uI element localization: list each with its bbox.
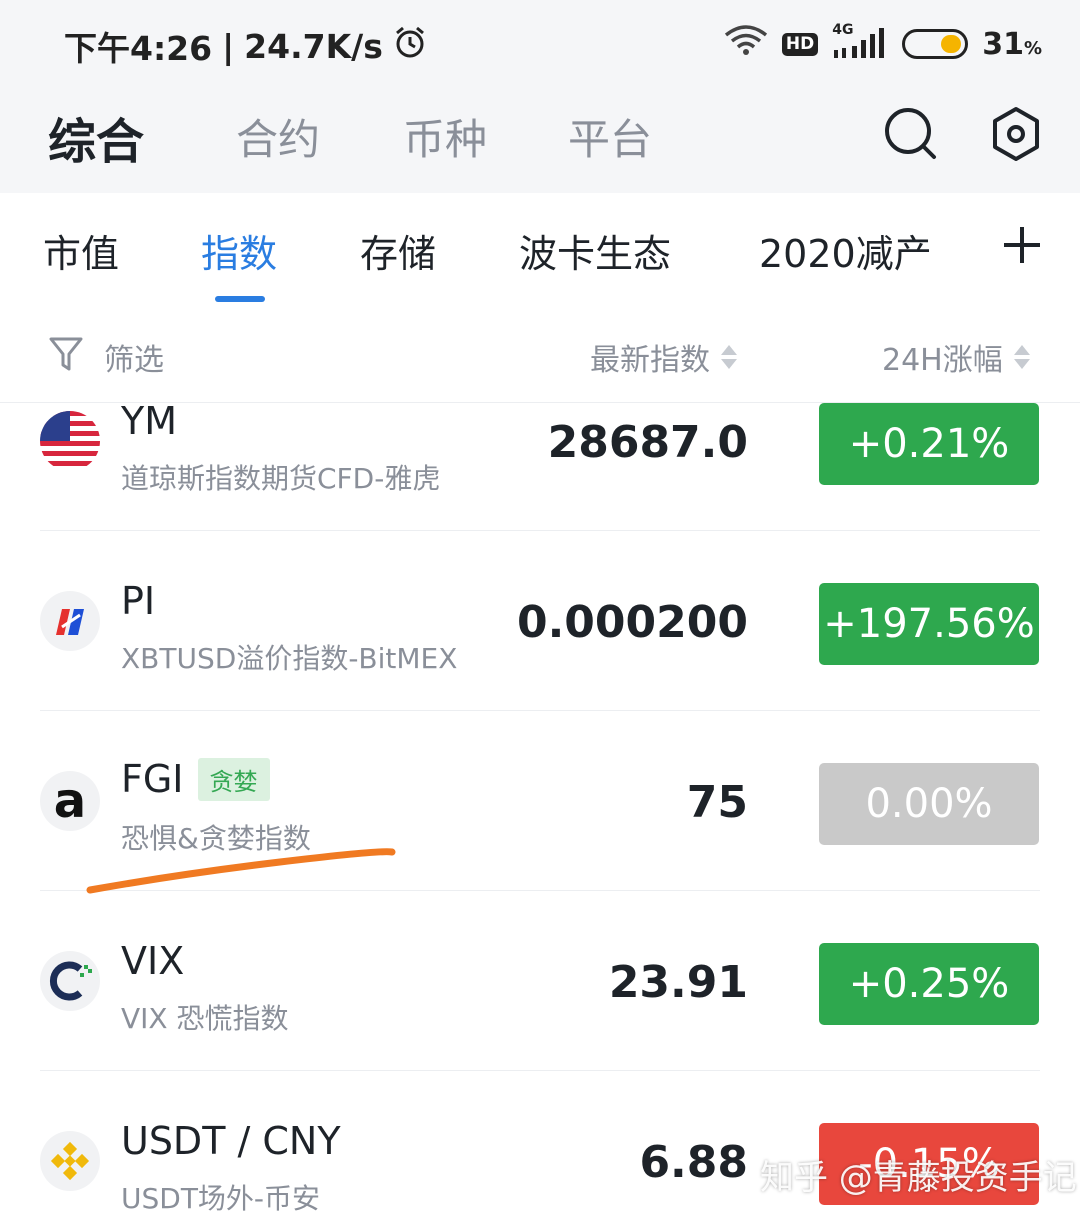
sentiment-tag: 贪婪 xyxy=(197,757,270,801)
status-bar: 下午4:26 | 24.7K/s HD 4G 31% xyxy=(0,0,1080,86)
top-tab-coin[interactable]: 币种 xyxy=(403,106,487,167)
latest-index-value: 75 xyxy=(686,777,748,828)
filter-row: 筛选 最新指数 24H涨幅 xyxy=(0,305,1080,403)
svg-text:a: a xyxy=(54,773,86,829)
index-list: YM 道琼斯指数期货CFD-雅虎 28687.0 +0.21% PI XBTUS… xyxy=(0,403,1080,1216)
symbol-description: 恐惧&贪婪指数 xyxy=(121,822,311,855)
battery-fill xyxy=(941,35,962,53)
bitmex-logo-icon xyxy=(40,591,100,651)
watermark: 知乎 @青藤投资手记 xyxy=(760,1158,1077,1198)
tab-market-cap[interactable]: 市值 xyxy=(43,223,119,278)
wifi-icon xyxy=(724,24,768,64)
top-tab-contract[interactable]: 合约 xyxy=(236,106,320,167)
alternative-me-logo-icon: a xyxy=(40,771,100,831)
status-net-speed: 24.7K/s xyxy=(244,26,383,66)
hd-badge: HD xyxy=(781,32,819,56)
symbol-description: XBTUSD溢价指数-BitMEX xyxy=(121,642,458,675)
sort-arrows-icon xyxy=(1013,343,1031,371)
latest-index-value: 6.88 xyxy=(639,1137,748,1188)
us-flag-icon xyxy=(40,411,100,471)
tab-index[interactable]: 指数 xyxy=(201,223,277,278)
filter-button[interactable]: 筛选 xyxy=(104,335,164,379)
sort-by-price-header[interactable]: 最新指数 xyxy=(590,335,738,379)
symbol-description: 道琼斯指数期货CFD-雅虎 xyxy=(121,462,441,495)
list-item[interactable]: PI XBTUSD溢价指数-BitMEX 0.000200 +197.56% xyxy=(0,531,1080,711)
latest-index-value: 0.000200 xyxy=(516,597,748,648)
status-right: HD 4G 31% xyxy=(724,22,1042,64)
latest-index-value: 28687.0 xyxy=(547,417,748,468)
battery-percent: 31% xyxy=(982,26,1042,62)
list-item[interactable]: VIX VIX 恐慌指数 23.91 +0.25% xyxy=(0,891,1080,1071)
alarm-clock-icon xyxy=(393,25,427,67)
change-badge: +0.25% xyxy=(819,943,1039,1025)
tab-storage[interactable]: 存储 xyxy=(360,223,436,278)
status-left: 下午4:26 | 24.7K/s xyxy=(64,22,427,70)
change-badge: +0.21% xyxy=(819,403,1039,485)
tab-polkadot-ecosystem[interactable]: 波卡生态 xyxy=(519,223,671,278)
plus-icon[interactable] xyxy=(1002,225,1042,265)
symbol-label-group: FGI 贪婪 xyxy=(121,757,270,801)
symbol-description: USDT场外-币安 xyxy=(121,1182,321,1215)
symbol-label: USDT / CNY xyxy=(121,1119,341,1163)
funnel-filter-icon[interactable] xyxy=(48,335,84,373)
status-time: 下午4:26 xyxy=(64,29,213,68)
top-nav: 综合 合约 币种 平台 xyxy=(0,86,1080,193)
top-tab-comprehensive[interactable]: 综合 xyxy=(48,102,144,172)
cboe-logo-icon xyxy=(40,951,100,1011)
symbol-label: YM xyxy=(121,403,177,443)
top-tab-platform[interactable]: 平台 xyxy=(568,106,652,167)
sort-arrows-icon xyxy=(720,343,738,371)
list-item[interactable]: YM 道琼斯指数期货CFD-雅虎 28687.0 +0.21% xyxy=(0,403,1080,531)
symbol-label: VIX xyxy=(121,939,185,983)
change-badge: +197.56% xyxy=(819,583,1039,665)
search-icon[interactable] xyxy=(880,104,940,164)
binance-logo-icon xyxy=(40,1131,100,1191)
signal-icon: 4G xyxy=(832,22,888,60)
status-separator: | xyxy=(222,26,235,66)
list-item[interactable]: a FGI 贪婪 恐惧&贪婪指数 75 0.00% xyxy=(0,711,1080,891)
tab-2020-halving[interactable]: 2020减产 xyxy=(759,223,932,278)
symbol-label: FGI xyxy=(121,757,184,801)
symbol-label: PI xyxy=(121,579,156,623)
latest-index-value: 23.91 xyxy=(608,957,748,1008)
active-tab-underline xyxy=(215,296,265,302)
hexagon-settings-icon[interactable] xyxy=(986,104,1046,164)
col-price-label: 最新指数 xyxy=(590,343,710,378)
col-change-label: 24H涨幅 xyxy=(882,343,1003,378)
change-badge: 0.00% xyxy=(819,763,1039,845)
battery-icon xyxy=(902,29,969,59)
symbol-description: VIX 恐慌指数 xyxy=(121,1002,289,1035)
category-tabs: 市值 指数 存储 波卡生态 2020减产 xyxy=(0,193,1080,305)
sort-by-change-header[interactable]: 24H涨幅 xyxy=(882,335,1031,379)
